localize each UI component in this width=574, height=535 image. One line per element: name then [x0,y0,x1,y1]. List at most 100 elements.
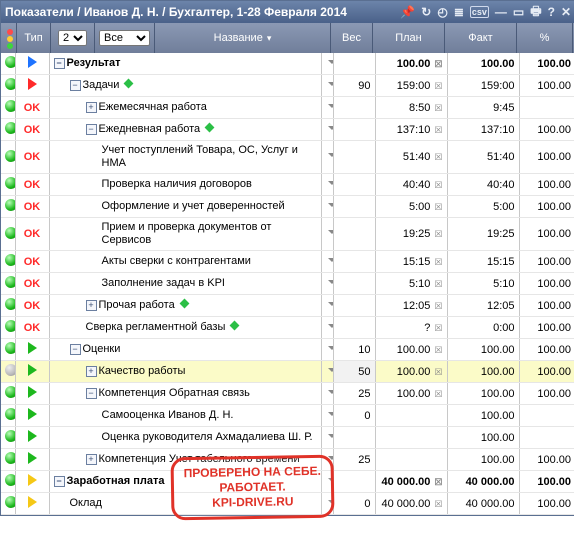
row-menu-caret-icon[interactable] [328,126,334,134]
cell-plan[interactable]: 137:10☒ [375,119,447,141]
cell-fact[interactable]: 137:10 [447,119,519,141]
row-menu-caret-icon[interactable] [328,104,334,112]
cell-weight[interactable] [333,174,375,196]
cell-plan[interactable] [375,405,447,427]
table-row[interactable]: +Качество работы50100.00☒100.00100.00 [1,361,574,383]
cell-weight[interactable]: 0 [333,493,375,515]
cell-weight[interactable] [333,251,375,273]
row-name-cell[interactable]: −Ежедневная работа [49,119,321,141]
cell-plan[interactable]: 5:00☒ [375,196,447,218]
table-row[interactable]: −Заработная плата40 000.00☒40 000.00100.… [1,471,574,493]
cell-fact[interactable]: 0:00 [447,317,519,339]
row-menu-caret-icon[interactable] [328,230,334,238]
row-name-cell[interactable]: Прием и проверка документов от Сервисов [49,218,321,251]
row-name-cell[interactable]: Самооценка Иванов Д. Н. [49,405,321,427]
table-row[interactable]: OKУчет поступлений Товара, ОС, Услуг и Н… [1,141,574,174]
clear-icon[interactable]: ☒ [434,152,442,162]
clear-icon[interactable]: ☒ [434,345,442,355]
cell-pct[interactable]: 100.00 [519,361,574,383]
row-menu-caret-icon[interactable] [328,258,334,266]
print-icon[interactable]: 🖶 [530,2,541,23]
restore-icon[interactable]: ▭ [513,5,524,19]
table-row[interactable]: Самооценка Иванов Д. Н. 0 100.00 [1,405,574,427]
cell-fact[interactable]: 100.00 [447,339,519,361]
cell-weight[interactable] [333,295,375,317]
clock-icon[interactable]: ◴ [437,5,447,19]
cell-fact[interactable]: 40:40 [447,174,519,196]
row-name-cell[interactable]: −Оценки [49,339,321,361]
row-menu-caret-icon[interactable] [328,434,334,442]
cell-pct[interactable]: 100.00 [519,317,574,339]
cell-weight[interactable]: 0 [333,405,375,427]
expand-toggle[interactable]: − [54,476,65,487]
cell-weight[interactable]: 90 [333,75,375,97]
row-menu-caret-icon[interactable] [328,203,334,211]
cell-weight[interactable]: 10 [333,339,375,361]
table-row[interactable]: OK+Прочая работа12:05☒12:05100.00 [1,295,574,317]
cell-pct[interactable]: 100.00 [519,174,574,196]
table-row[interactable]: OK−Ежедневная работа137:10☒137:10100.00 [1,119,574,141]
table-row[interactable]: OKАкты сверки с контрагентами15:15☒15:15… [1,251,574,273]
row-menu-caret-icon[interactable] [328,153,334,161]
cell-plan[interactable]: 8:50☒ [375,97,447,119]
col-plan[interactable]: План [373,23,445,53]
cell-fact[interactable]: 40 000.00 [447,471,519,493]
col-fact[interactable]: Факт [445,23,517,53]
row-menu-caret-icon[interactable] [328,412,334,420]
cell-pct[interactable] [519,405,574,427]
row-name-cell[interactable]: +Качество работы [49,361,321,383]
row-name-cell[interactable]: Акты сверки с контрагентами [49,251,321,273]
expand-toggle[interactable]: − [54,58,65,69]
row-menu-caret-icon[interactable] [328,60,334,68]
row-menu-caret-icon[interactable] [328,456,334,464]
level-select[interactable]: 2 [58,30,87,46]
cell-fact[interactable]: 12:05 [447,295,519,317]
cell-plan[interactable]: ?☒ [375,317,447,339]
cell-fact[interactable]: 5:00 [447,196,519,218]
row-menu-caret-icon[interactable] [328,302,334,310]
cell-pct[interactable]: 100.00 [519,218,574,251]
clear-icon[interactable]: ☒ [434,389,442,399]
csv-icon[interactable]: csv [470,6,489,18]
expand-toggle[interactable]: − [70,344,81,355]
cell-plan[interactable]: 40 000.00☒ [375,471,447,493]
clear-icon[interactable]: ☒ [434,59,442,69]
table-row[interactable]: Оценка руководителя Ахмадалиева Ш. Р.100… [1,427,574,449]
cell-plan[interactable]: 12:05☒ [375,295,447,317]
expand-toggle[interactable]: − [86,388,97,399]
row-menu-caret-icon[interactable] [328,346,334,354]
cell-weight[interactable] [333,119,375,141]
pin-icon[interactable]: 📌 [400,5,415,19]
help-icon[interactable]: ? [548,5,555,19]
cell-fact[interactable]: 100.00 [447,449,519,471]
table-row[interactable]: +Компетенция Учет табельного времени2510… [1,449,574,471]
cell-plan[interactable]: 5:10☒ [375,273,447,295]
col-name[interactable]: Название▾ [155,23,331,53]
clear-icon[interactable]: ☒ [434,301,442,311]
row-menu-caret-icon[interactable] [328,181,334,189]
cell-fact[interactable]: 100.00 [447,405,519,427]
clear-icon[interactable]: ☒ [434,257,442,267]
table-row[interactable]: −Результат100.00☒100.00100.00 [1,53,574,75]
cell-fact[interactable]: 19:25 [447,218,519,251]
cell-weight[interactable] [333,471,375,493]
clear-icon[interactable]: ☒ [434,279,442,289]
row-name-cell[interactable]: −Задачи [49,75,321,97]
cell-pct[interactable]: 100.00 [519,75,574,97]
cell-weight[interactable] [333,427,375,449]
cell-pct[interactable]: 100.00 [519,196,574,218]
cell-weight[interactable] [333,218,375,251]
cell-plan[interactable]: 100.00☒ [375,339,447,361]
cell-fact[interactable]: 5:10 [447,273,519,295]
cell-weight[interactable]: 25 [333,449,375,471]
cell-fact[interactable]: 40 000.00 [447,493,519,515]
row-name-cell[interactable]: −Результат [49,53,321,75]
expand-toggle[interactable]: − [70,80,81,91]
cell-pct[interactable]: 100.00 [519,119,574,141]
clear-icon[interactable]: ☒ [434,477,442,487]
cell-plan[interactable]: 159:00☒ [375,75,447,97]
cell-fact[interactable]: 100.00 [447,427,519,449]
table-row[interactable]: Оклад040 000.00☒40 000.00100.00 [1,493,574,515]
cell-pct[interactable]: 100.00 [519,493,574,515]
expand-toggle[interactable]: + [86,300,97,311]
